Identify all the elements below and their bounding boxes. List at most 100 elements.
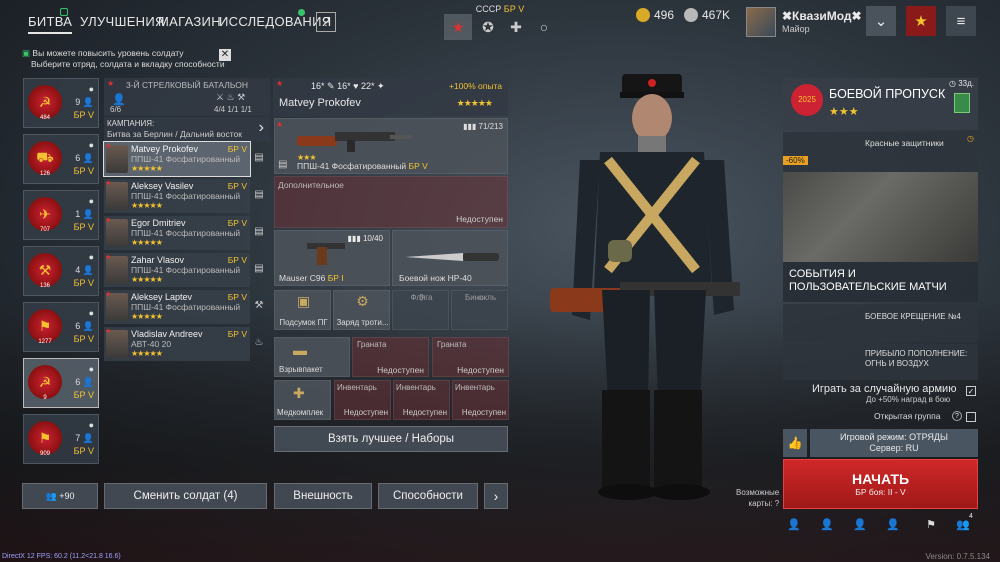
- info-icon[interactable]: ?: [952, 411, 962, 421]
- invite-icon[interactable]: 👤: [818, 518, 836, 532]
- soldier-class-icon: ▤: [254, 226, 264, 237]
- tab-shop[interactable]: МАГАЗИН: [158, 10, 221, 34]
- soldier-class-icon: ♨: [254, 337, 264, 348]
- soldier-row[interactable]: ★ Zahar Vlasov ППШ-41 Фосфатированный ★★…: [104, 253, 250, 287]
- abilities-button[interactable]: Способности: [378, 483, 478, 509]
- reserve-icon: 👥: [45, 490, 60, 501]
- knife-slot[interactable]: Боевой нож НР-40: [392, 230, 508, 286]
- flag-icon[interactable]: ⚑: [922, 518, 940, 532]
- soldier-row[interactable]: ★ Egor Dmitriev ППШ-41 Фосфатированный ★…: [104, 216, 250, 250]
- red-defenders-event[interactable]: -60% Красные защитники ◷: [783, 132, 978, 262]
- grenade-slot[interactable]: ▬ Взрывпакет: [274, 337, 350, 377]
- possible-maps-label[interactable]: Возможные карты: ?: [736, 487, 779, 509]
- squad-emblem-icon: ⚒ 136: [28, 253, 62, 289]
- equipment-slot[interactable]: ▣ Подсумок ПГ: [274, 290, 331, 330]
- ussr-star-icon[interactable]: ★: [444, 14, 472, 40]
- campaign-value: Битва за Берлин / Дальний восток: [107, 129, 243, 139]
- inventory-slot[interactable]: Инвентарь Недоступен: [452, 380, 509, 420]
- soldier-row[interactable]: ★ Aleksey Laptev ППШ-41 Фосфатированный …: [104, 290, 250, 324]
- japan-circle-icon[interactable]: ○: [530, 14, 558, 40]
- squad-emblem-icon: ✈ 707: [28, 197, 62, 233]
- tab-upgrades[interactable]: УЛУЧШЕНИЯ: [80, 10, 165, 34]
- grenade-slot[interactable]: Граната Недоступен: [432, 337, 509, 377]
- class-slots: 4/4 1/1 1/1: [214, 105, 252, 114]
- squad-br: БР V: [73, 222, 94, 232]
- change-soldiers-button[interactable]: Сменить солдат (4): [104, 483, 267, 509]
- exp-bonus: +100% опыта: [448, 81, 502, 91]
- extra-slot[interactable]: Дополнительное Недоступен: [274, 176, 508, 228]
- soldier-row[interactable]: ★ Aleksey Vasilev ППШ-41 Фосфатированный…: [104, 179, 250, 213]
- event-banner-image: [783, 172, 978, 262]
- star-badge-icon: ★: [105, 180, 112, 187]
- squad-br: БР V: [73, 390, 94, 400]
- equipment-slot[interactable]: ∞ Бинокль: [451, 290, 508, 330]
- squad-count: 9 👤: [75, 97, 94, 107]
- event-thumbnail: [783, 344, 861, 380]
- squad-count: 1 👤: [75, 209, 94, 219]
- campaign-row[interactable]: КАМПАНИЯ: Битва за Берлин / Дальний вост…: [104, 117, 270, 141]
- battle-pass[interactable]: 2025 БОЕВОЙ ПРОПУСК ★★★ ◷ 33д.: [783, 78, 978, 130]
- primary-name: ППШ-41 Фосфатированный БР V: [297, 161, 428, 171]
- equipment-slot[interactable]: ⚱ Фляга: [392, 290, 449, 330]
- germany-cross-icon[interactable]: ✚: [502, 14, 530, 40]
- soldier-row[interactable]: ★ Matvey Prokofev ППШ-41 Фосфатированный…: [103, 141, 251, 177]
- squad-card[interactable]: ⛟ 126 ● 6 👤 БР V: [23, 134, 99, 184]
- usa-star-icon[interactable]: ✪: [474, 14, 502, 40]
- appearance-button[interactable]: Внешность: [274, 483, 372, 509]
- reserve-button[interactable]: 👥 +90: [22, 483, 98, 509]
- event-reinforcement[interactable]: ПРИБЫЛО ПОПОЛНЕНИЕ: ОГНЬ И ВОЗДУХ: [783, 344, 978, 380]
- start-button[interactable]: НАЧАТЬ БР боя: II - V: [783, 459, 978, 509]
- open-group-checkbox[interactable]: [966, 412, 976, 422]
- army-emblem-icon[interactable]: ★: [906, 6, 936, 36]
- pistol-slot[interactable]: ▮▮▮ 10/40 Mauser C96 БР I: [274, 230, 390, 286]
- squad-card[interactable]: ☭ 9 ● 6 👤 БР V: [23, 358, 99, 408]
- menu-icon[interactable]: ≡: [946, 6, 976, 36]
- grenade-slot[interactable]: Граната Недоступен: [352, 337, 429, 377]
- squad-card[interactable]: ✈ 707 ● 1 👤 БР V: [23, 190, 99, 240]
- star-badge-icon: ★: [105, 254, 112, 261]
- events-header[interactable]: СОБЫТИЯ И ПОЛЬЗОВАТЕЛЬСКИЕ МАТЧИ: [783, 262, 978, 302]
- close-icon[interactable]: ✕: [219, 49, 231, 61]
- squad-card[interactable]: ☭ 484 ● 9 👤 БР V: [23, 78, 99, 128]
- tab-research[interactable]: ИССЛЕДОВАНИЯ: [219, 10, 331, 34]
- soldier-name: Matvey Prokofev: [279, 97, 361, 109]
- party-icon[interactable]: 👥: [954, 518, 972, 532]
- invite-icon[interactable]: 👤: [851, 518, 869, 532]
- clock-icon: ◷: [967, 134, 974, 143]
- random-army-checkbox[interactable]: ✓: [966, 386, 976, 396]
- rank-chevron-icon[interactable]: ⌄: [866, 6, 896, 36]
- primary-weapon-slot[interactable]: ★ ▮▮▮ 71/213 ★★★ ▤ ППШ-41 Фосфатированны…: [274, 118, 508, 174]
- squad-type-icon: ●: [88, 84, 94, 94]
- squad-count: 6 👤: [75, 153, 94, 163]
- squad-card[interactable]: ⚑ 909 ● 7 👤 БР V: [23, 414, 99, 464]
- help-button[interactable]: ?: [316, 12, 336, 32]
- game-mode-selector[interactable]: Игровой режим: ОТРЯДЫ Сервер: RU: [810, 429, 978, 457]
- squad-count: 6 👤: [75, 321, 94, 331]
- event-baptism[interactable]: БОЕВОЕ КРЕЩЕНИЕ №4: [783, 304, 978, 342]
- thumbs-up-icon[interactable]: 👍: [783, 429, 807, 457]
- battalion-header: ★ 3-Й СТРЕЛКОВЫЙ БАТАЛЬОН 👤 6/6 ⚔ ♨ ⚒ 4/…: [104, 78, 270, 116]
- open-group-label: Открытая группа: [874, 411, 941, 421]
- inventory-slot[interactable]: Инвентарь Недоступен: [334, 380, 391, 420]
- equipment-slot[interactable]: ⚙ Заряд троти...: [333, 290, 390, 330]
- avatar[interactable]: [746, 7, 776, 37]
- best-kit-button[interactable]: Взять лучшее / Наборы: [274, 426, 508, 452]
- inventory-slot[interactable]: Инвентарь Недоступен: [393, 380, 450, 420]
- invite-icon[interactable]: 👤: [884, 518, 902, 532]
- squad-br: БР V: [73, 110, 94, 120]
- soldier-row[interactable]: ★ Vladislav Andreev АВТ-40 20 ★★★★★ БР V: [104, 327, 250, 361]
- soldier-class-icon: ⚒: [254, 300, 264, 311]
- new-indicator-icon: [60, 8, 68, 16]
- more-button[interactable]: ›: [484, 483, 508, 509]
- soldier-model: [550, 74, 740, 500]
- squad-type-icon: ●: [88, 196, 94, 206]
- squad-card[interactable]: ⚑ 1277 ● 6 👤 БР V: [23, 302, 99, 352]
- gold-display[interactable]: 496: [636, 8, 674, 22]
- star-badge-icon: ★: [105, 291, 112, 298]
- squad-card[interactable]: ⚒ 136 ● 4 👤 БР V: [23, 246, 99, 296]
- username[interactable]: ✖КвазиМод✖: [782, 9, 862, 23]
- silver-display[interactable]: 467K: [684, 8, 730, 22]
- soldier-stats: 16* ✎ 16* ♥ 22* ✦: [311, 81, 385, 91]
- invite-icon[interactable]: 👤: [785, 518, 803, 532]
- inventory-slot[interactable]: ✚ Медкомплек: [274, 380, 331, 420]
